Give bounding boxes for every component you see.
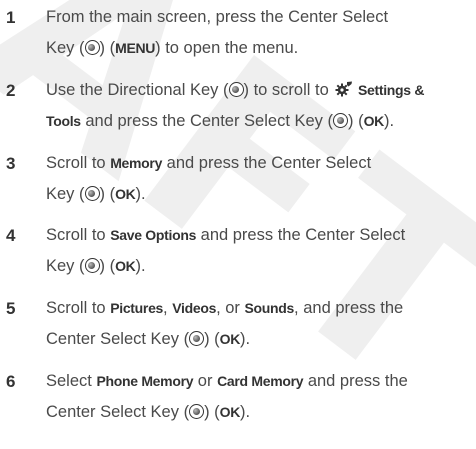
- menu-label-memory: Memory: [110, 155, 163, 171]
- menu-label-pictures: Pictures: [110, 300, 164, 316]
- step-number: 2: [6, 81, 16, 100]
- menu-label-videos: Videos: [172, 300, 217, 316]
- step-line: From the main screen, press the Center S…: [46, 8, 389, 26]
- softkey-label-ok: OK: [219, 331, 241, 347]
- center-select-key-icon: [189, 404, 205, 419]
- step-number: 1: [6, 8, 16, 27]
- softkey-label-ok: OK: [115, 258, 136, 274]
- step-text: Scroll to Memory and press the Center Se…: [46, 148, 474, 210]
- step-line: Scroll to Memory and press the Center Se…: [46, 154, 372, 172]
- softkey-label-menu: MENU: [115, 40, 156, 56]
- center-select-key-icon: [84, 186, 100, 201]
- center-select-key-icon: [333, 113, 349, 128]
- step-line: Scroll to Pictures, Videos, or Sounds, a…: [46, 299, 404, 317]
- step-number: 3: [6, 154, 16, 173]
- softkey-label-ok: OK: [219, 404, 241, 420]
- menu-label-save-options: Save Options: [110, 227, 197, 243]
- center-select-key-icon: [189, 331, 205, 346]
- step-line: Key () (OK).: [46, 257, 146, 275]
- softkey-label-ok: OK: [363, 113, 385, 129]
- softkey-label-ok: OK: [115, 186, 136, 202]
- center-select-key-icon: [84, 40, 100, 55]
- gear-icon: [335, 81, 353, 97]
- center-select-key-icon: [84, 258, 100, 273]
- step-line: Use the Directional Key () to scroll to: [46, 81, 425, 99]
- menu-label-phone-memory: Phone Memory: [96, 373, 194, 389]
- step-number: 5: [6, 299, 16, 318]
- menu-label-card-memory: Card Memory: [217, 373, 304, 389]
- step-line: Center Select Key () (OK).: [46, 403, 251, 421]
- step-text: Use the Directional Key () to scroll to: [46, 75, 474, 137]
- step-text: Select Phone Memory or Card Memory and p…: [46, 366, 474, 428]
- step-line: Scroll to Save Options and press the Cen…: [46, 226, 406, 244]
- step-line: Tools and press the Center Select Key ()…: [46, 112, 395, 130]
- step-text: Scroll to Save Options and press the Cen…: [46, 220, 474, 282]
- step-line: Select Phone Memory or Card Memory and p…: [46, 372, 408, 390]
- step-number: 4: [6, 226, 16, 245]
- menu-label-settings-tools: Settings &: [357, 82, 425, 98]
- directional-key-icon: [228, 82, 244, 97]
- step-number: 6: [6, 372, 16, 391]
- step-line: Key () (MENU) to open the menu.: [46, 39, 299, 57]
- step-line: Key () (OK).: [46, 185, 146, 203]
- step-text: From the main screen, press the Center S…: [46, 2, 474, 64]
- step-text: Scroll to Pictures, Videos, or Sounds, a…: [46, 293, 474, 355]
- step-line: Center Select Key () (OK).: [46, 330, 251, 348]
- menu-label-sounds: Sounds: [244, 300, 295, 316]
